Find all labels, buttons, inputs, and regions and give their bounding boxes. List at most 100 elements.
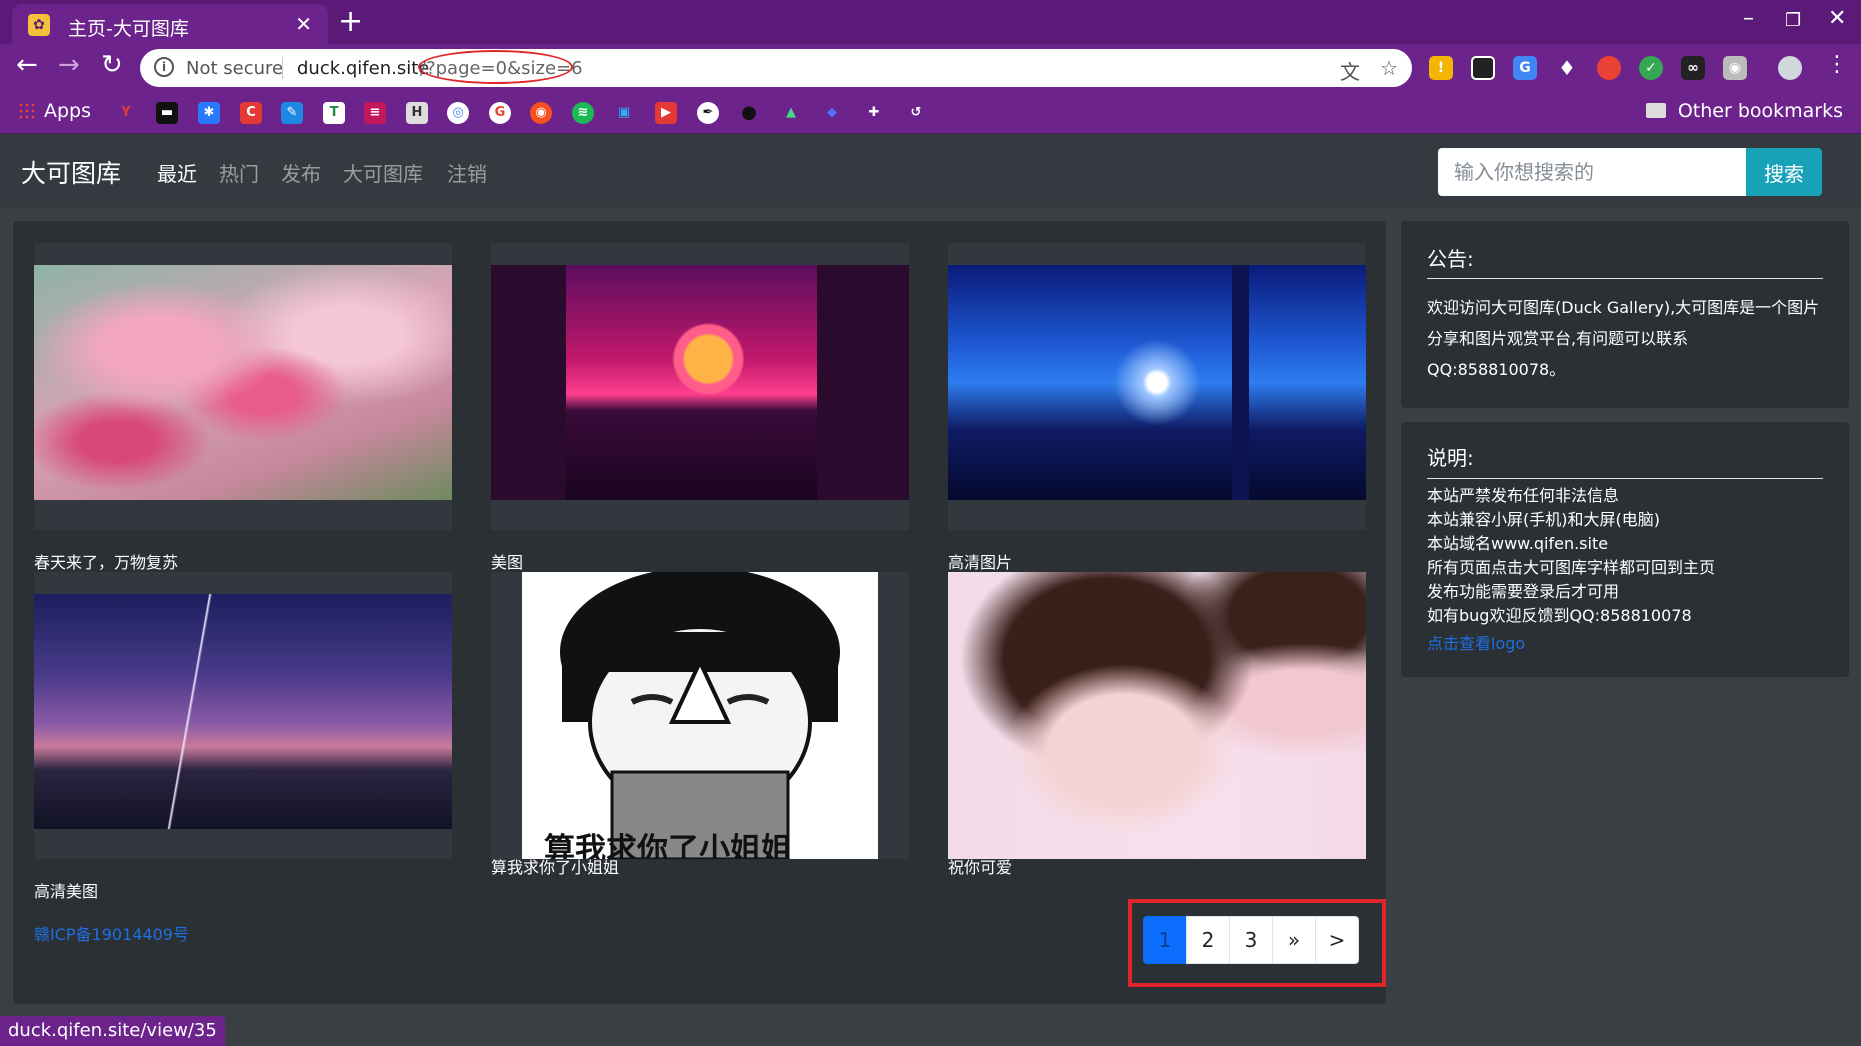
profile-avatar[interactable] (1778, 56, 1802, 80)
card-caption: 春天来了，万物复苏 (34, 553, 179, 572)
search-button[interactable]: 搜索 (1746, 148, 1822, 196)
site-navbar: 大可图库 最近 热门 发布 大可图库 注销 搜索 (0, 134, 1861, 207)
image-blue-lighthouse-night[interactable] (948, 265, 1366, 500)
bookmark-t-icon[interactable]: T (323, 102, 345, 124)
description-title: 说明: (1427, 446, 1474, 470)
info-icon[interactable]: i (154, 57, 174, 77)
page-3-button[interactable]: 3 (1229, 916, 1273, 964)
bookmark-github-icon[interactable]: ● (738, 102, 760, 124)
bookmark-layers-icon[interactable]: ◆ (821, 102, 843, 124)
forward-arrow-icon[interactable]: → (58, 50, 80, 80)
nav-logout[interactable]: 注销 (447, 158, 487, 187)
gallery-card[interactable]: 春天来了，万物复苏 (34, 243, 452, 572)
notice-card: 公告: 欢迎访问大可图库(Duck Gallery),大可图库是一个图片分享和图… (1401, 221, 1849, 408)
bookmark-csdn-icon[interactable]: C (240, 102, 262, 124)
bookmark-pen-icon[interactable]: ✎ (281, 102, 303, 124)
icp-license-link[interactable]: 赣ICP备19014409号 (34, 921, 189, 945)
tab-title: 主页-大可图库 (68, 18, 189, 40)
bookmark-android-icon[interactable]: ▲ (780, 102, 802, 124)
extension-camera-icon[interactable]: ◉ (1723, 56, 1747, 80)
bookmark-ubuntu-icon[interactable]: ◉ (530, 102, 552, 124)
image-synthwave-sunset-highway[interactable] (491, 265, 909, 500)
thumbnail-frame (491, 243, 909, 530)
extension-pin-icon[interactable]: ! (1429, 56, 1453, 80)
description-line: 本站兼容小屏(手机)和大屏(电脑) (1427, 510, 1660, 529)
url-host: duck.qifen.site (297, 58, 430, 79)
close-window-icon[interactable]: ✕ (1828, 6, 1846, 31)
nav-gallery[interactable]: 大可图库 (343, 158, 423, 187)
bookmark-baidu-icon[interactable]: ✱ (198, 102, 220, 124)
description-card: 说明: 本站严禁发布任何非法信息 本站兼容小屏(手机)和大屏(电脑) 本站域名w… (1401, 422, 1849, 677)
bookmark-spotify-icon[interactable]: ≋ (572, 102, 594, 124)
gallery-card[interactable]: 高清图片 (948, 243, 1366, 572)
extension-translate-icon[interactable]: G (1513, 56, 1537, 80)
bookmark-youtube-icon[interactable]: ▶ (655, 102, 677, 124)
reload-icon[interactable]: ↻ (101, 50, 123, 80)
card-caption: 高清图片 (948, 553, 1013, 572)
view-logo-link[interactable]: 点击查看logo (1427, 630, 1525, 654)
extension-window-icon[interactable] (1471, 56, 1495, 80)
gallery-card[interactable]: 高清美图 (34, 572, 452, 901)
last-page-button[interactable]: > (1315, 916, 1359, 964)
browser-toolbar: ← → ↻ i Not secure duck.qifen.site /?pag… (0, 44, 1861, 92)
extension-glasses-icon[interactable]: ∞ (1681, 56, 1705, 80)
address-separator (282, 57, 283, 79)
thumbnail-frame (948, 572, 1366, 859)
gallery-panel: 春天来了，万物复苏 美图 高清图片 高清美图 算我求你了小姐姐 算我求你了小姐姐… (13, 221, 1386, 1004)
back-arrow-icon[interactable]: ← (16, 50, 38, 80)
extension-color-icon[interactable] (1597, 56, 1621, 80)
close-tab-icon[interactable]: ✕ (295, 12, 312, 36)
image-panda-meme-begging[interactable]: 算我求你了小姐姐 (522, 572, 878, 859)
extension-gem-icon[interactable]: ♦ (1555, 56, 1579, 80)
meme-drawing (560, 572, 840, 859)
bookmark-star-icon[interactable]: ☆ (1380, 56, 1398, 80)
bookmark-bilibili-icon[interactable]: ▣ (613, 102, 635, 124)
address-bar[interactable]: i Not secure duck.qifen.site /?page=0&si… (140, 49, 1412, 87)
image-girl-portrait-pink[interactable] (948, 572, 1366, 859)
url-query-highlight (418, 50, 573, 84)
bookmark-google-icon[interactable]: G (489, 102, 511, 124)
extension-check-icon[interactable]: ✓ (1639, 56, 1663, 80)
image-anime-twilight-power-lines[interactable] (34, 594, 452, 829)
bookmark-puzzle-icon[interactable]: ✚ (863, 102, 885, 124)
minimize-icon[interactable]: – (1743, 6, 1754, 31)
card-caption: 算我求你了小姐姐 (491, 858, 620, 877)
notice-title: 公告: (1427, 247, 1474, 271)
translate-icon[interactable]: ⽂ (1340, 56, 1360, 85)
description-line: 发布功能需要登录后才可用 (1427, 582, 1620, 601)
new-tab-button[interactable]: + (338, 4, 363, 39)
gallery-card[interactable]: 算我求你了小姐姐 算我求你了小姐姐 (491, 572, 909, 877)
bookmark-stripes-icon[interactable]: ≡ (364, 102, 386, 124)
description-divider (1427, 478, 1823, 479)
bookmark-chrome-icon[interactable]: ◎ (447, 102, 469, 124)
site-brand[interactable]: 大可图库 (21, 154, 121, 190)
thumbnail-frame (34, 243, 452, 530)
other-bookmarks[interactable]: Other bookmarks (1645, 100, 1843, 122)
search-input[interactable] (1438, 148, 1747, 196)
gallery-card[interactable]: 祝你可爱 (948, 572, 1366, 877)
description-line: 本站域名www.qifen.site (1427, 534, 1609, 553)
bookmark-quill-icon[interactable]: ✒ (697, 102, 719, 124)
nav-recent[interactable]: 最近 (157, 158, 197, 187)
apps-grid-icon (18, 102, 36, 120)
page-1-button[interactable]: 1 (1143, 916, 1187, 964)
apps-bookmark[interactable]: Apps (18, 100, 91, 122)
description-line: 如有bug欢迎反馈到QQ:858810078 (1427, 606, 1692, 625)
next-pages-button[interactable]: » (1272, 916, 1316, 964)
bookmark-h-icon[interactable]: H (406, 102, 428, 124)
bookmarks-bar: Apps Y ▬ ✱ C ✎ T ≡ H ◎ G ◉ ≋ ▣ ▶ ✒ ● ▲ ◆… (0, 92, 1861, 134)
menu-kebab-icon[interactable]: ⋮ (1826, 52, 1848, 77)
notice-divider (1427, 278, 1823, 279)
bookmark-display-icon[interactable]: ▬ (156, 102, 178, 124)
nav-hot[interactable]: 热门 (219, 158, 259, 187)
restore-icon[interactable]: ❐ (1785, 10, 1801, 31)
description-line: 所有页面点击大可图库字样都可回到主页 (1427, 558, 1716, 577)
nav-publish[interactable]: 发布 (281, 158, 321, 187)
bookmark-history-icon[interactable]: ↺ (905, 102, 927, 124)
page-2-button[interactable]: 2 (1186, 916, 1230, 964)
browser-tab[interactable]: ✿ 主页-大可图库 ✕ (12, 4, 328, 44)
image-pink-carnation-flowers[interactable] (34, 265, 452, 500)
card-caption: 高清美图 (34, 882, 99, 901)
bookmark-y-icon[interactable]: Y (115, 102, 137, 124)
gallery-card[interactable]: 美图 (491, 243, 909, 572)
